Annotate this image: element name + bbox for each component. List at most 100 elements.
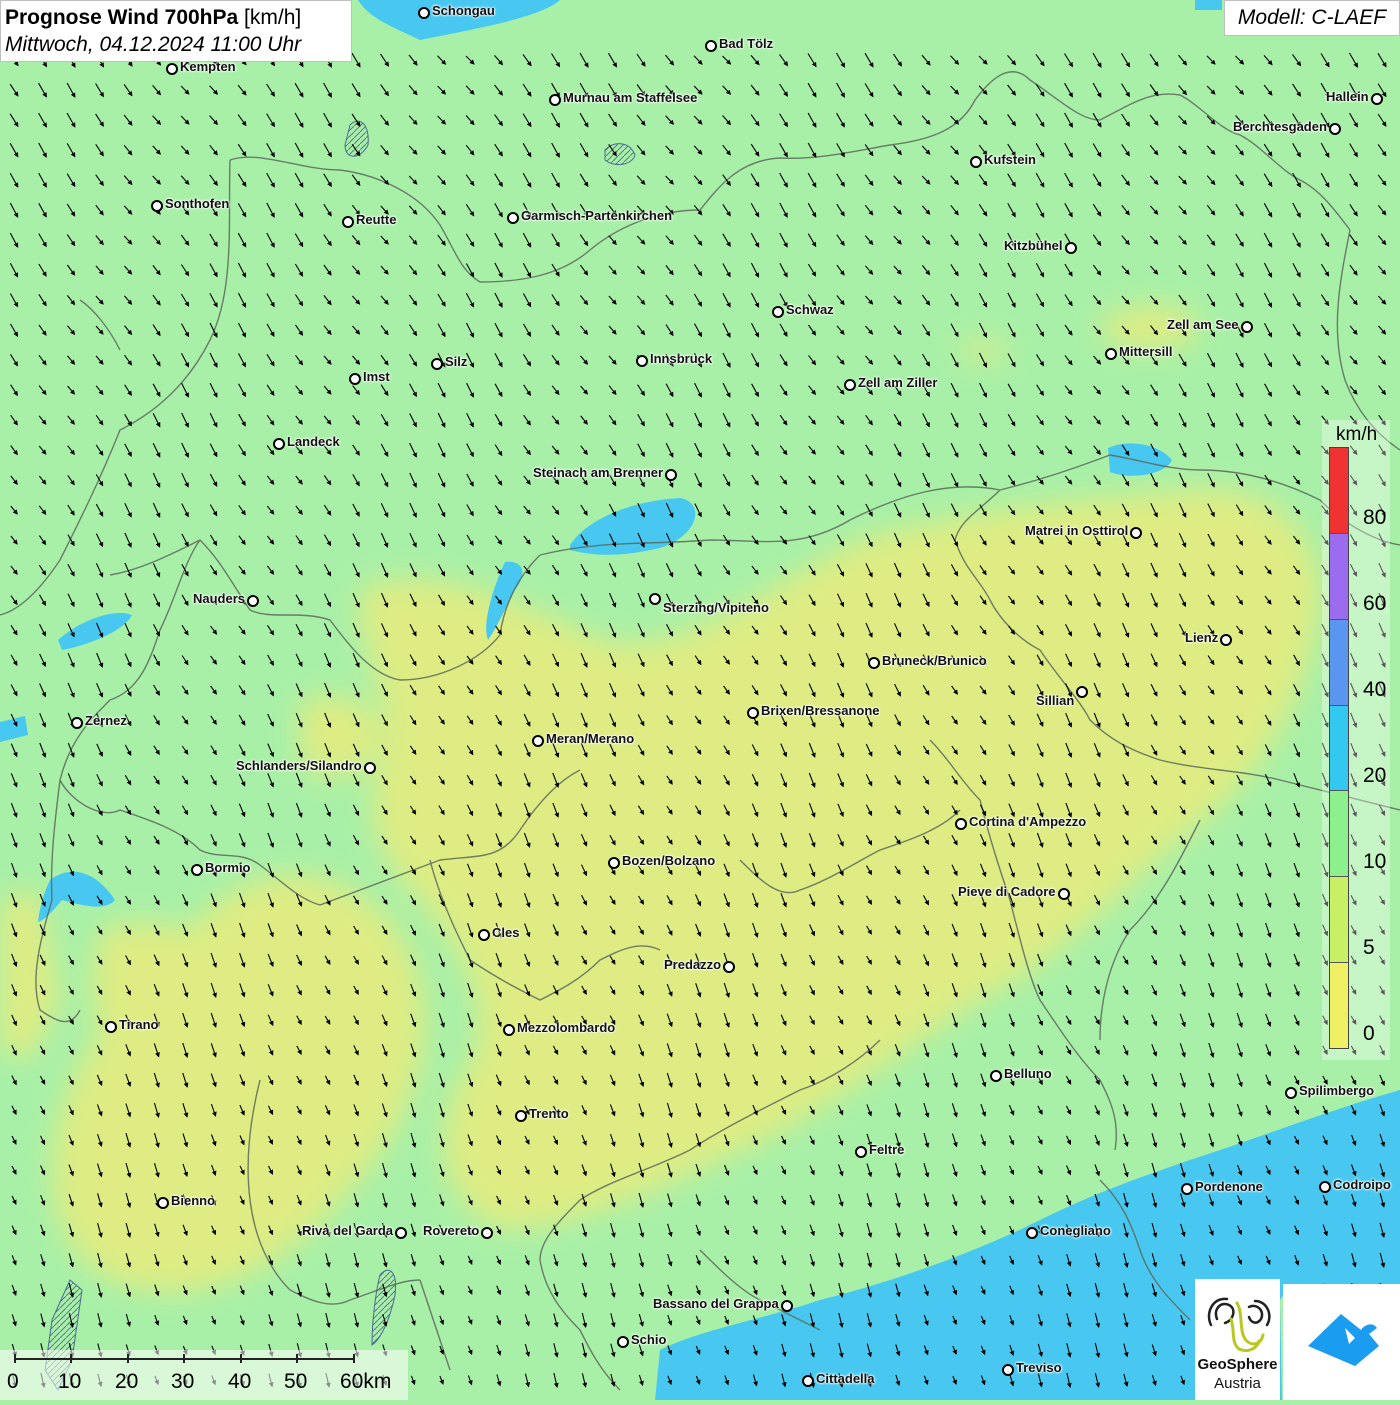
city-dot	[665, 469, 677, 481]
legend-color-step	[1330, 833, 1348, 878]
city-dot	[1002, 1364, 1014, 1376]
legend-color-step	[1330, 533, 1348, 577]
city-label: Predazzo	[664, 957, 722, 972]
city-dot	[342, 216, 354, 228]
city-label: Treviso	[1016, 1360, 1062, 1375]
scale-label-10: 10	[58, 1370, 82, 1393]
city-dot	[166, 63, 178, 75]
legend-unit: km/h	[1336, 424, 1378, 445]
legend-tick-80: 80	[1363, 506, 1387, 529]
city-label: Trento	[529, 1106, 569, 1121]
city-dot	[349, 373, 361, 385]
city-dot	[1026, 1227, 1038, 1239]
title-box: Prognose Wind 700hPa [km/h] Mittwoch, 04…	[0, 0, 352, 62]
legend-tick-40: 40	[1363, 678, 1387, 701]
color-legend: km/h 80 60 40 20 10 5 0	[1322, 420, 1390, 1060]
city-dot	[723, 961, 735, 973]
city-dot	[1241, 321, 1253, 333]
scale-label-40: 40	[228, 1370, 252, 1393]
city-dot	[1285, 1087, 1297, 1099]
scale-tick	[183, 1354, 185, 1363]
city-label: Bad Tölz	[719, 36, 774, 51]
city-label: Bruneck/Brunico	[882, 653, 987, 668]
legend-color-step	[1330, 791, 1348, 834]
city-label: Riva del Garda	[302, 1223, 394, 1238]
city-dot	[617, 1336, 629, 1348]
city-dot	[844, 379, 856, 391]
city-dot	[247, 595, 259, 607]
city-label: Spilimbergo	[1299, 1083, 1375, 1098]
city-dot	[515, 1110, 527, 1122]
city-label: Garmisch-Partenkirchen	[521, 208, 673, 223]
city-label: Bormio	[205, 860, 251, 875]
city-dot	[649, 593, 661, 605]
city-dot	[955, 818, 967, 830]
scale-tick	[127, 1354, 129, 1363]
city-label: Imst	[363, 369, 390, 384]
city-label: Silz	[445, 354, 468, 369]
legend-tick-20: 20	[1363, 764, 1387, 787]
city-label: Kitzbühel	[1004, 238, 1063, 253]
city-dot	[157, 1197, 169, 1209]
legend-color-step	[1330, 662, 1348, 706]
scale-tick	[70, 1354, 72, 1363]
logo-text-line1: GeoSphere	[1197, 1356, 1278, 1373]
city-label: Meran/Merano	[546, 731, 635, 746]
scale-tick	[353, 1354, 355, 1363]
legend-color-step	[1330, 619, 1348, 663]
forecast-datetime: Mittwoch, 04.12.2024 11:00 Uhr	[5, 33, 302, 56]
legend-tick-0: 0	[1363, 1022, 1375, 1045]
scale-label-60: 60km	[340, 1370, 392, 1393]
geosphere-mark-icon	[1207, 1297, 1271, 1353]
legend-tick-10: 10	[1363, 850, 1387, 873]
city-dot	[1105, 348, 1117, 360]
legend-color-step	[1330, 705, 1348, 748]
city-dot	[1220, 634, 1232, 646]
city-label: Codroipo	[1333, 1177, 1391, 1192]
city-label: Pieve di Cadore	[958, 884, 1056, 899]
scale-label-30: 30	[171, 1370, 195, 1393]
city-dot	[151, 200, 163, 212]
city-dot	[1181, 1183, 1193, 1195]
city-label: Bassano del Grappa	[653, 1296, 779, 1311]
city-label: Pordenone	[1195, 1179, 1263, 1194]
city-dot	[855, 1146, 867, 1158]
legend-colorbar	[1329, 447, 1349, 1049]
city-label: Bienno	[171, 1193, 216, 1208]
city-label: Feltre	[869, 1142, 905, 1157]
city-dot	[802, 1375, 814, 1387]
city-label: Belluno	[1004, 1066, 1052, 1081]
city-dot	[970, 156, 982, 168]
city-label: Hallein	[1326, 89, 1369, 104]
city-label: Sillian	[1036, 693, 1075, 708]
city-label: Sterzing/Vipiteno	[663, 600, 769, 615]
legend-color-step	[1330, 877, 1348, 920]
city-dot	[1329, 123, 1341, 135]
legend-color-step	[1330, 919, 1348, 964]
legend-tick-5: 5	[1363, 936, 1375, 959]
scale-label-50: 50	[284, 1370, 308, 1393]
city-dot	[532, 735, 544, 747]
city-label: Mittersill	[1119, 344, 1173, 359]
city-dot	[431, 358, 443, 370]
city-dot	[418, 7, 430, 19]
city-label: Zernez	[85, 713, 127, 728]
city-label: Murnau am Staffelsee	[563, 90, 698, 105]
city-label: Lienz	[1185, 630, 1219, 645]
city-label: Schongau	[432, 3, 495, 18]
city-dot	[549, 94, 561, 106]
city-dot	[364, 762, 376, 774]
city-label: Cortina d'Ampezzo	[969, 814, 1087, 829]
city-label: Zell am See	[1167, 317, 1239, 332]
scale-label-0: 0	[7, 1370, 19, 1393]
city-label: Sonthofen	[165, 196, 230, 211]
city-label: Berchtesgaden	[1233, 119, 1327, 134]
legend-color-step	[1330, 448, 1348, 491]
legend-color-step	[1330, 963, 1348, 1006]
scale-bar: 0 10 20 30 40 50 60km	[0, 1350, 408, 1400]
city-label: Nauders	[193, 591, 246, 606]
legend-color-step	[1330, 747, 1348, 792]
city-dot	[191, 864, 203, 876]
legend-color-step	[1330, 490, 1348, 534]
city-label: Brixen/Bressanone	[761, 703, 880, 718]
